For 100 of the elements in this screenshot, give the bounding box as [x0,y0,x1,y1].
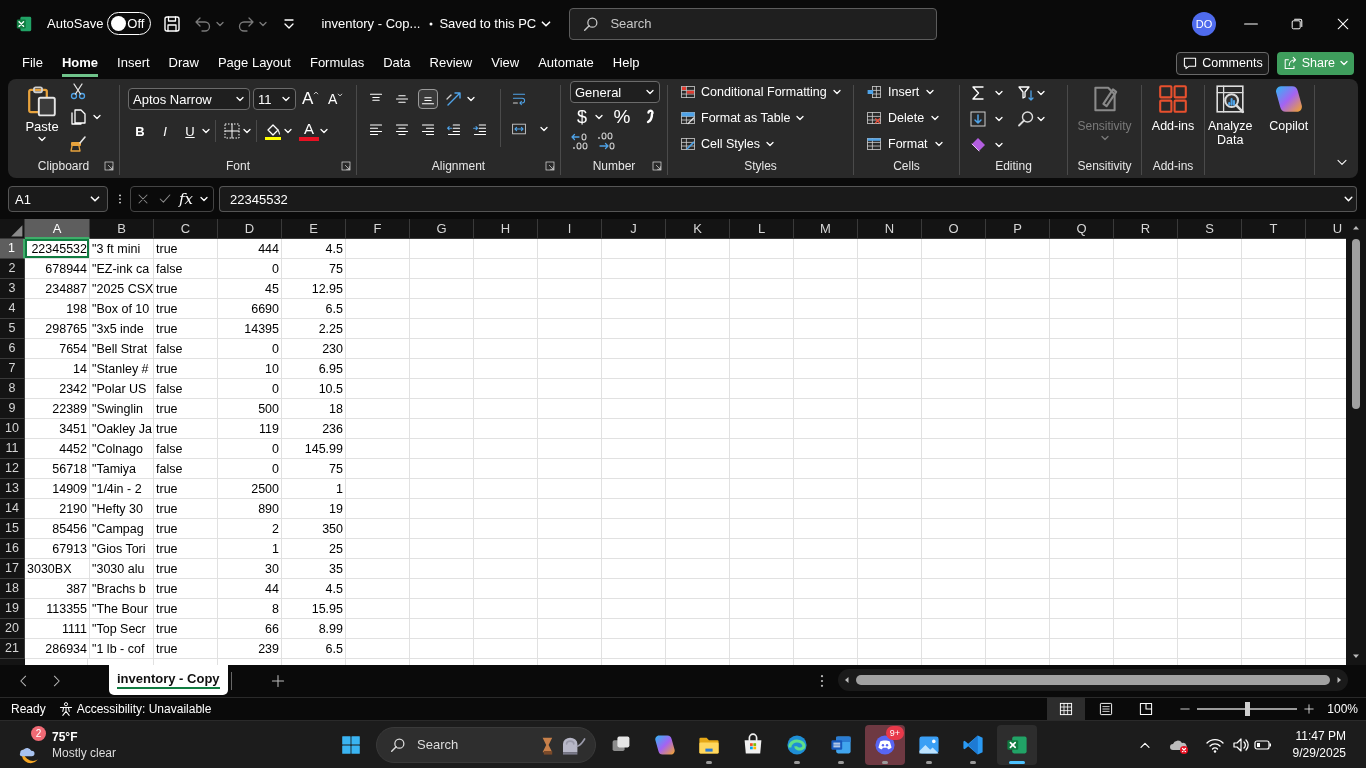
column-header[interactable]: R [1114,219,1178,239]
percent-button[interactable]: % [614,106,630,128]
clock-time[interactable]: 11:47 PM [1295,727,1346,745]
align-bottom-icon[interactable] [418,89,438,109]
row-header[interactable]: 19 [0,599,25,619]
column-header[interactable]: P [986,219,1050,239]
font-size-dropdown[interactable]: 11 [253,88,296,110]
copy-icon[interactable] [68,107,88,127]
caret-icon[interactable] [1036,88,1046,98]
clock-date[interactable]: 9/29/2025 [1292,744,1346,762]
font-color-button[interactable]: A [299,121,319,141]
slider-thumb[interactable] [1245,702,1251,716]
menu-tab[interactable]: Help [612,51,640,77]
caret-icon[interactable] [994,88,1004,98]
save-status-button[interactable]: Saved to this PC [439,16,553,31]
cells-menu-button[interactable]: Delete [866,107,959,128]
caret-icon[interactable] [198,194,209,204]
dialog-launcher-icon[interactable] [544,160,556,172]
column-header[interactable]: A [25,219,90,239]
row-header[interactable]: 9 [0,399,25,419]
styles-menu-button[interactable]: Format as Table [680,107,853,128]
column-header[interactable]: S [1178,219,1242,239]
column-header[interactable]: B [90,219,154,239]
row-header[interactable]: 18 [0,579,25,599]
ribbon-tool-button[interactable]: Copilot [1263,83,1314,175]
row-header[interactable]: 12 [0,459,25,479]
file-name[interactable]: inventory - Cop... [321,16,421,31]
caret-icon[interactable] [242,126,252,136]
menu-tab[interactable]: Draw [168,51,199,77]
sheet-tab[interactable]: inventory - Copy [109,665,228,695]
cells-menu-button[interactable]: Insert [866,81,959,102]
column-header[interactable]: I [538,219,602,239]
weather-temperature[interactable]: 75°F [52,728,116,745]
taskbar-search-field[interactable]: Search [376,726,596,763]
menu-tab[interactable]: Insert [117,51,150,77]
menu-tab[interactable]: Data [383,51,411,77]
row-header[interactable]: 5 [0,319,25,339]
borders-icon[interactable] [222,121,242,141]
plus-icon[interactable] [269,673,286,689]
row-header[interactable]: 13 [0,479,25,499]
normal-view-button[interactable] [1047,698,1086,720]
search-field[interactable]: Search [569,7,938,40]
row-header[interactable]: 8 [0,379,25,399]
taskbar-app-button[interactable] [997,724,1037,765]
vertical-scrollbar[interactable] [1346,219,1366,665]
underline-button[interactable]: U [179,120,201,142]
comments-button[interactable]: Comments [1176,51,1269,75]
dialog-launcher-icon[interactable] [651,160,663,172]
styles-menu-button[interactable]: Cell Styles [680,133,853,154]
row-header[interactable]: 20 [0,619,25,639]
italic-button[interactable]: I [154,120,176,142]
menu-tab[interactable]: Review [429,51,473,77]
column-header[interactable]: E [282,219,346,239]
caret-icon[interactable] [37,134,47,144]
grow-font-button[interactable]: A [302,89,322,109]
row-header[interactable]: 17 [0,559,25,579]
column-header[interactable]: Q [1050,219,1114,239]
zoom-level[interactable]: 100% [1327,702,1358,716]
row-header[interactable]: 21 [0,639,25,659]
search-icon[interactable] [1016,109,1036,129]
number-format-dropdown[interactable]: General [570,81,660,103]
column-header[interactable]: D [218,219,282,239]
column-header[interactable]: L [730,219,794,239]
paste-button[interactable]: Paste [25,85,59,134]
menu-tab[interactable]: File [22,51,43,77]
cells-menu-button[interactable]: Format [866,133,959,154]
column-header[interactable]: M [794,219,858,239]
caret-icon[interactable] [594,112,604,122]
insert-function-button[interactable]: fx [178,190,193,208]
column-header[interactable]: G [410,219,474,239]
row-header[interactable]: 4 [0,299,25,319]
increase-decimal-icon[interactable] [570,131,590,151]
row-header[interactable]: 6 [0,339,25,359]
column-header[interactable]: O [922,219,986,239]
add-ins-button[interactable]: Add-ins [1151,83,1195,133]
accessibility-status[interactable]: Accessibility: Unavailable [76,702,212,716]
weather-condition[interactable]: Mostly clear [52,744,116,761]
menu-tab[interactable]: Page Layout [217,51,291,77]
accessibility-icon[interactable] [57,701,74,717]
dialog-launcher-icon[interactable] [340,160,352,172]
dialog-launcher-icon[interactable] [103,160,115,172]
horizontal-scrollbar[interactable] [838,669,1348,691]
caret-icon[interactable] [994,114,1004,124]
caret-icon[interactable] [994,140,1004,150]
caret-icon[interactable] [539,124,549,134]
plus-icon[interactable] [1303,703,1316,715]
row-header[interactable]: 2 [0,259,25,279]
row-header[interactable]: 10 [0,419,25,439]
taskbar-app-button[interactable]: 9+ [865,724,905,765]
caret-icon[interactable] [466,94,476,104]
column-header[interactable]: K [666,219,730,239]
row-header[interactable]: 15 [0,519,25,539]
row-header[interactable]: 14 [0,499,25,519]
column-header[interactable]: F [346,219,410,239]
menu-tab[interactable]: Formulas [309,51,365,77]
styles-menu-button[interactable]: Conditional Formatting [680,81,853,102]
account-avatar[interactable]: DO [1192,11,1216,36]
row-header[interactable]: 11 [0,439,25,459]
caret-icon[interactable] [92,112,102,122]
sort-filter-icon[interactable] [1016,83,1036,103]
